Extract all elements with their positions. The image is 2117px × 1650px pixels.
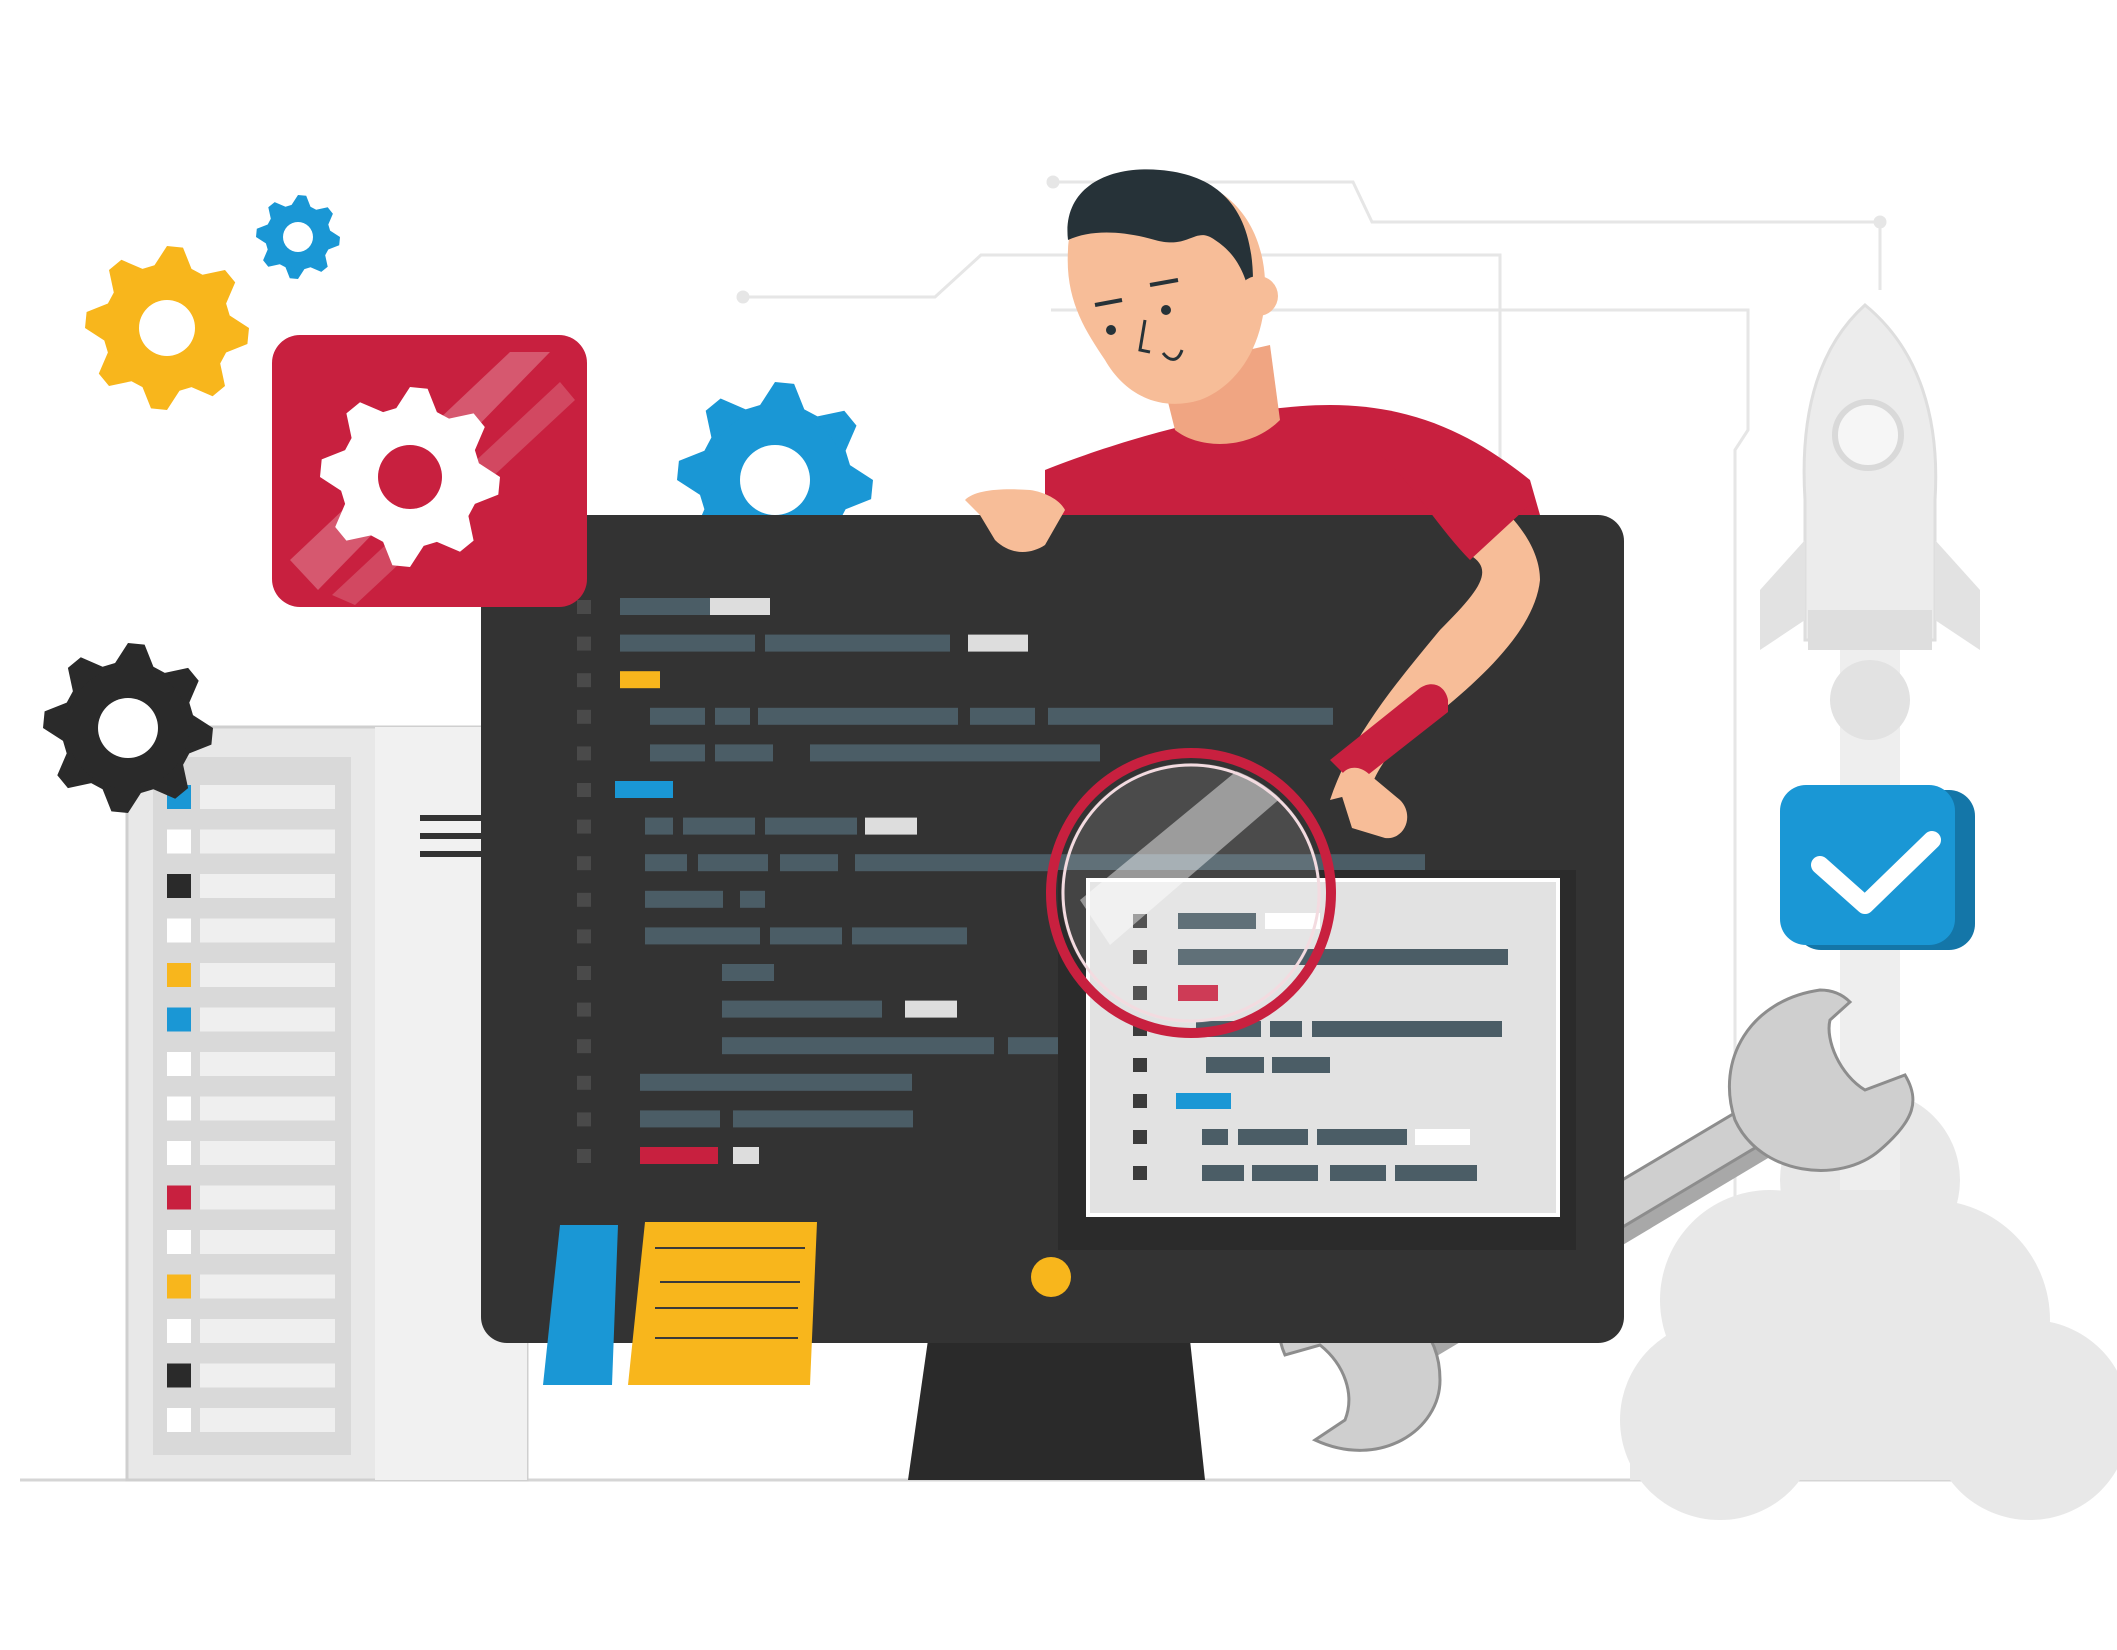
power-led	[1031, 1257, 1071, 1297]
server-rack-icon	[125, 725, 529, 1482]
checkmark-icon	[1780, 785, 1975, 950]
gear-icon	[85, 246, 249, 410]
sticky-note-icon	[543, 1222, 817, 1385]
illustration	[20, 169, 2117, 1520]
gear-icon	[256, 195, 340, 279]
monitor-stand	[908, 1340, 1205, 1480]
magnifying-glass-icon	[1046, 748, 1336, 1038]
gear-icon	[43, 643, 213, 813]
ear	[1238, 276, 1278, 316]
settings-app-icon	[272, 335, 587, 607]
rocket-window	[1832, 399, 1904, 471]
smoke-cloud	[1620, 630, 2117, 1520]
